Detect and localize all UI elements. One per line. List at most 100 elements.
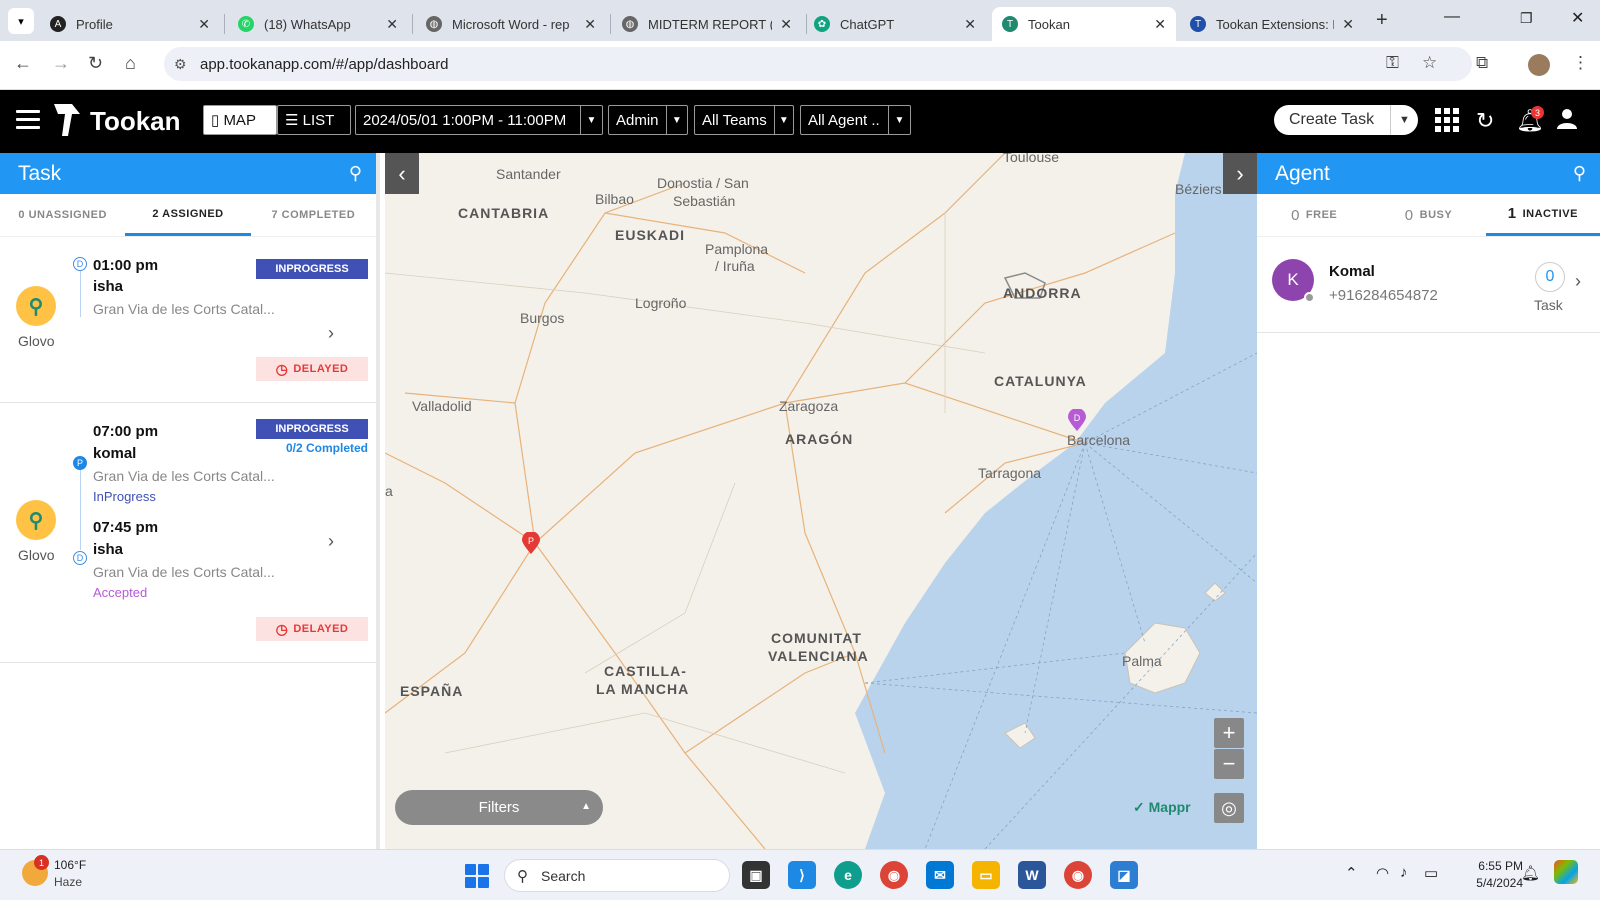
agent-row[interactable]: K Komal +916284654872 0 Task › <box>1257 237 1600 333</box>
restore-button[interactable]: ❐ <box>1520 10 1533 27</box>
copilot-icon[interactable] <box>1554 860 1578 884</box>
task-status-tabs: 0 UNASSIGNED 2 ASSIGNED 7 COMPLETED <box>0 194 376 237</box>
close-icon[interactable]: ✕ <box>780 16 792 33</box>
caret-down-icon[interactable]: ▼ <box>773 106 793 134</box>
battery-icon[interactable]: ▭ <box>1424 864 1438 882</box>
task-panel-title: Task <box>18 161 62 185</box>
home-icon[interactable]: ⌂ <box>125 53 136 74</box>
collapse-right-panel-button[interactable]: › <box>1223 153 1257 194</box>
browser-tab-whatsapp[interactable]: ✆ (18) WhatsApp ✕ <box>228 7 408 41</box>
window-close-button[interactable]: ✕ <box>1571 8 1584 28</box>
user-profile-icon[interactable] <box>1556 108 1578 136</box>
word-icon[interactable]: W <box>1018 861 1046 889</box>
browser-profile-avatar[interactable] <box>1528 54 1550 76</box>
taskbar-search-input[interactable]: ⚲ Search <box>504 859 730 892</box>
caret-down-icon[interactable]: ▼ <box>665 106 687 134</box>
notification-badge: 3 <box>1531 106 1544 119</box>
close-icon[interactable]: ✕ <box>584 16 596 33</box>
forward-arrow-icon[interactable]: → <box>52 53 70 74</box>
pickup-marker-icon: P <box>73 456 87 470</box>
close-icon[interactable]: ✕ <box>198 16 210 33</box>
pickup-map-pin[interactable]: P <box>522 532 540 554</box>
zoom-in-button[interactable]: + <box>1214 718 1244 748</box>
collapse-left-panel-button[interactable]: ‹ <box>385 153 419 194</box>
browser-tab-tookan-extensions[interactable]: T Tookan Extensions: E ✕ <box>1180 7 1364 41</box>
agents-dropdown[interactable]: All Agent .. ▼ <box>800 105 911 135</box>
chevron-right-icon[interactable]: › <box>1575 271 1581 292</box>
file-explorer-icon[interactable]: ▭ <box>972 861 1000 889</box>
task-panel-header: Task ⚲ <box>0 153 376 194</box>
system-clock[interactable]: 6:55 PM 5/4/2024 <box>1465 858 1523 892</box>
map-view-button[interactable]: ▯ MAP <box>203 105 277 135</box>
mail-icon[interactable]: ✉ <box>926 861 954 889</box>
tab-free[interactable]: 0 FREE <box>1257 194 1371 236</box>
delayed-badge: ◷ DELAYED <box>256 617 368 641</box>
chrome-profile-icon[interactable]: ◉ <box>1064 861 1092 889</box>
task-customer-name: isha <box>93 278 124 295</box>
volume-icon[interactable]: ♪ <box>1400 864 1408 881</box>
filters-button[interactable]: Filters ▲ <box>395 790 603 825</box>
vscode-icon[interactable]: ⟩ <box>788 861 816 889</box>
back-arrow-icon[interactable]: ← <box>14 53 32 74</box>
windows-start-icon[interactable] <box>465 864 489 888</box>
bookmark-star-icon[interactable]: ☆ <box>1422 53 1437 73</box>
delivery-map-pin[interactable]: D <box>1068 409 1086 431</box>
notification-bell-icon[interactable]: 🔔︎ <box>1521 864 1540 882</box>
tab-search-button[interactable]: ▾ <box>8 8 34 34</box>
list-view-button[interactable]: ☰ LIST <box>277 105 351 135</box>
wifi-icon[interactable]: ◠ <box>1376 864 1389 882</box>
task-card[interactable]: ⚲ Glovo P D 07:00 pm komal Gran Via de l… <box>0 403 376 663</box>
browser-tab-word[interactable]: ◍ Microsoft Word - rep ✕ <box>416 7 606 41</box>
weather-badge: 1 <box>34 855 49 870</box>
close-icon[interactable]: ✕ <box>1154 16 1166 33</box>
browser-tab-chatgpt[interactable]: ✿ ChatGPT ✕ <box>804 7 986 41</box>
task-address: Gran Via de les Corts Catal... <box>93 468 275 484</box>
browser-menu-icon[interactable]: ⋮ <box>1572 53 1589 73</box>
new-tab-button[interactable]: + <box>1376 9 1388 32</box>
tab-busy[interactable]: 0 BUSY <box>1371 194 1485 236</box>
chevron-right-icon[interactable]: › <box>328 531 334 552</box>
site-info-icon[interactable]: ⚙ <box>174 56 187 73</box>
apps-grid-icon[interactable] <box>1435 108 1459 138</box>
edge-icon[interactable]: e <box>834 861 862 889</box>
map-view[interactable]: ‹ › Toulouse Santander Bilbao Donostia /… <box>385 153 1257 849</box>
my-location-icon[interactable]: ◎ <box>1214 793 1244 823</box>
hamburger-menu-icon[interactable] <box>16 110 40 132</box>
close-icon[interactable]: ✕ <box>1342 16 1354 33</box>
zoom-out-button[interactable]: − <box>1214 749 1244 779</box>
search-icon[interactable]: ⚲ <box>349 163 362 184</box>
tray-chevron-up-icon[interactable]: ⌃ <box>1345 864 1358 882</box>
url-input[interactable]: ⚙ app.tookanapp.com/#/app/dashboard <box>164 47 1472 81</box>
tab-inactive[interactable]: 1 INACTIVE <box>1485 194 1600 236</box>
caret-down-icon[interactable]: ▼ <box>888 106 910 134</box>
refresh-icon[interactable]: ↻ <box>1476 108 1494 134</box>
close-icon[interactable]: ✕ <box>386 16 398 33</box>
tab-unassigned[interactable]: 0 UNASSIGNED <box>0 194 125 236</box>
task-view-icon[interactable]: ▣ <box>742 861 770 889</box>
task-progress: 0/2 Completed <box>285 441 368 455</box>
extensions-puzzle-icon[interactable]: ⧉ <box>1476 53 1488 73</box>
create-task-button[interactable]: Create Task ▼ <box>1274 105 1418 135</box>
reload-icon[interactable]: ↻ <box>88 53 103 74</box>
close-icon[interactable]: ✕ <box>964 16 976 33</box>
date-range-picker[interactable]: 2024/05/01 1:00PM - 11:00PM ▼ <box>355 105 603 135</box>
tab-assigned[interactable]: 2 ASSIGNED <box>125 194 251 236</box>
brand-name: Tookan <box>90 106 181 136</box>
role-dropdown[interactable]: Admin ▼ <box>608 105 688 135</box>
task-customer-name: komal <box>93 445 137 462</box>
minimize-button[interactable]: — <box>1444 8 1460 26</box>
browser-tab-profile[interactable]: A Profile ✕ <box>40 7 220 41</box>
caret-down-icon[interactable]: ▼ <box>580 106 602 134</box>
search-icon[interactable]: ⚲ <box>1573 163 1586 184</box>
chevron-right-icon[interactable]: › <box>328 323 334 344</box>
password-key-icon[interactable]: ⚿ <box>1386 53 1399 73</box>
teams-dropdown[interactable]: All Teams ▼ <box>694 105 794 135</box>
caret-down-icon[interactable]: ▼ <box>1390 105 1418 135</box>
task-card[interactable]: ⚲ Glovo D 01:00 pm isha Gran Via de les … <box>0 237 376 403</box>
merchant-label: Glovo <box>18 547 55 563</box>
tab-completed[interactable]: 7 COMPLETED <box>251 194 376 236</box>
browser-tab-midterm[interactable]: ◍ MIDTERM REPORT (2 ✕ <box>612 7 802 41</box>
chrome-icon[interactable]: ◉ <box>880 861 908 889</box>
browser-tab-tookan[interactable]: T Tookan ✕ <box>992 7 1176 41</box>
photos-icon[interactable]: ◪ <box>1110 861 1138 889</box>
